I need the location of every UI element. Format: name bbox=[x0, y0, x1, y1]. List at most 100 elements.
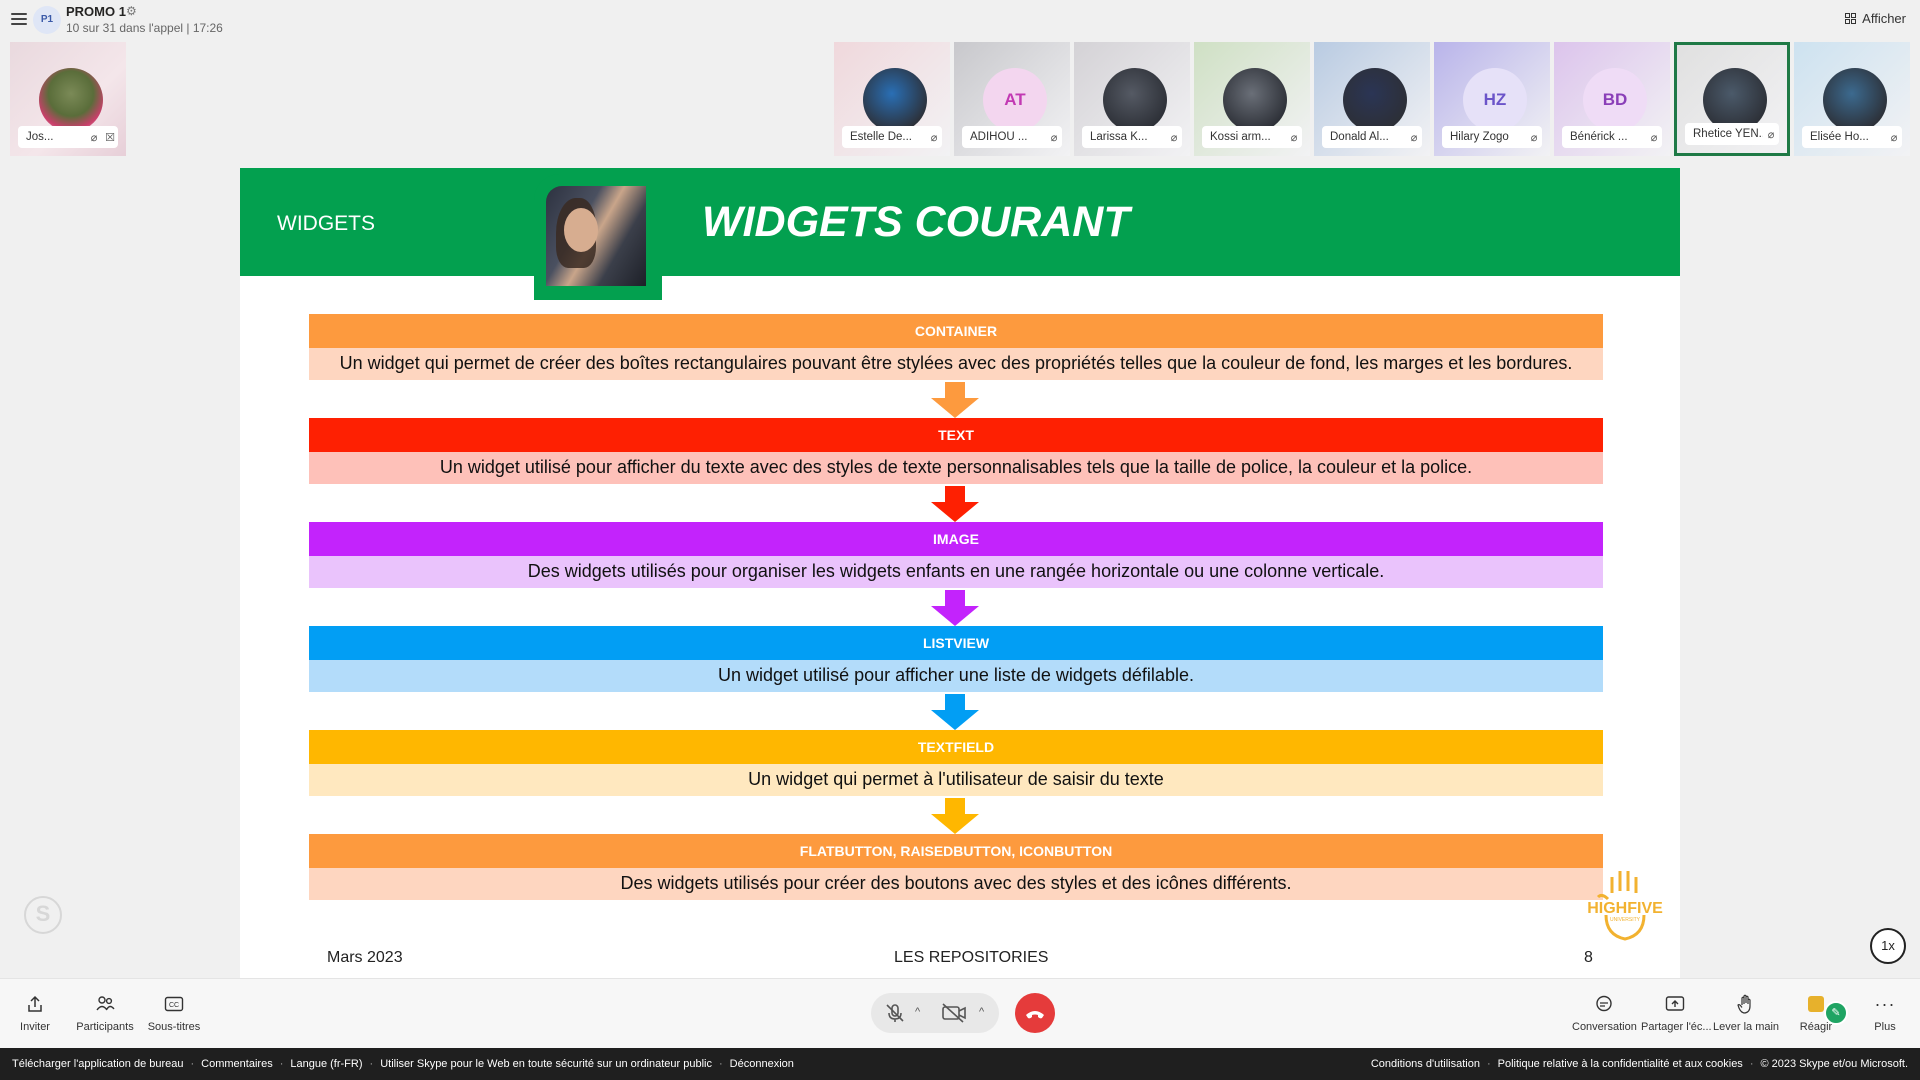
slide-header: WIDGETS WIDGETS COURANT bbox=[240, 168, 1680, 276]
participant-tile[interactable]: Elisée Ho... ⌀ bbox=[1794, 42, 1910, 156]
participant-tile[interactable]: HZ Hilary Zogo ⌀ bbox=[1434, 42, 1550, 156]
call-title: PROMO 1 bbox=[66, 4, 126, 19]
widget-step-title: LISTVIEW bbox=[309, 626, 1603, 660]
participant-avatar bbox=[1823, 68, 1887, 132]
participant-avatar bbox=[1343, 68, 1407, 132]
footer-link[interactable]: Langue (fr-FR) bbox=[290, 1058, 362, 1070]
mic-options-chevron-icon[interactable]: ^ bbox=[915, 1006, 920, 1018]
invite-label: Inviter bbox=[20, 1021, 50, 1033]
participant-tile[interactable]: Rhetice YEN... ⌀ bbox=[1674, 42, 1790, 156]
participant-name: ADIHOU ... bbox=[970, 131, 1028, 143]
down-arrow-icon bbox=[931, 382, 979, 418]
share-screen-button[interactable]: Partager l'éc... bbox=[1641, 993, 1712, 1033]
footer-links-right: Conditions d'utilisation · Politique relat… bbox=[1370, 1058, 1908, 1070]
self-name-bar: Jos... ⌀ ☒ bbox=[18, 126, 118, 148]
participant-avatar: HZ bbox=[1463, 68, 1527, 132]
widget-step-title: TEXT bbox=[309, 418, 1603, 452]
page-footer: Télécharger l'application de bureau · Comm… bbox=[0, 1048, 1920, 1080]
footer-link[interactable]: Déconnexion bbox=[730, 1058, 794, 1070]
captions-button[interactable]: CC Sous-titres bbox=[146, 993, 202, 1033]
settings-icon[interactable]: ⚙ bbox=[126, 4, 137, 18]
widget-step-description: Un widget utilisé pour afficher du texte… bbox=[309, 452, 1603, 484]
mic-off-icon: ⌀ bbox=[1050, 131, 1058, 144]
slide-photo bbox=[546, 186, 646, 286]
footer-link[interactable]: Télécharger l'application de bureau bbox=[12, 1058, 184, 1070]
down-arrow-icon bbox=[931, 590, 979, 626]
mic-off-icon[interactable] bbox=[883, 1001, 907, 1025]
chat-icon bbox=[1572, 993, 1636, 1015]
participant-name-bar: Rhetice YEN... ⌀ bbox=[1685, 123, 1779, 145]
footer-links-left: Télécharger l'application de bureau · Comm… bbox=[12, 1058, 794, 1070]
self-video-tile[interactable]: Jos... ⌀ ☒ bbox=[10, 42, 126, 156]
participant-name-bar: ADIHOU ... ⌀ bbox=[962, 126, 1062, 148]
participant-name-bar: Elisée Ho... ⌀ bbox=[1802, 126, 1902, 148]
participant-tile[interactable]: BD Bénérick ... ⌀ bbox=[1554, 42, 1670, 156]
participant-name: Estelle De... bbox=[850, 131, 912, 143]
invite-button[interactable]: Inviter bbox=[18, 993, 52, 1033]
widget-step: CONTAINER Un widget qui permet de créer d… bbox=[309, 314, 1603, 380]
people-icon bbox=[74, 993, 136, 1015]
phone-hangup-icon bbox=[1026, 1011, 1044, 1019]
participant-name: Rhetice YEN... bbox=[1693, 128, 1763, 140]
mic-off-icon: ⌀ bbox=[1290, 131, 1298, 144]
participant-avatar: AT bbox=[983, 68, 1047, 132]
camera-off-icon[interactable]: ☒ bbox=[102, 131, 118, 144]
participant-tile[interactable]: Estelle De... ⌀ bbox=[834, 42, 950, 156]
raise-hand-label: Lever la main bbox=[1713, 1021, 1780, 1033]
raise-hand-button[interactable]: Lever la main bbox=[1713, 993, 1779, 1033]
captions-label: Sous-titres bbox=[147, 1021, 201, 1033]
view-button-label: Afficher bbox=[1862, 11, 1906, 26]
playback-speed-button[interactable]: 1x bbox=[1870, 928, 1906, 964]
participant-name-bar: Bénérick ... ⌀ bbox=[1562, 126, 1662, 148]
participant-name: Larissa K... bbox=[1090, 131, 1148, 143]
hang-up-button[interactable] bbox=[1015, 993, 1055, 1033]
more-label: Plus bbox=[1874, 1021, 1896, 1033]
slide-section-label: WIDGETS bbox=[277, 212, 375, 235]
participant-tile[interactable]: Kossi arm... ⌀ bbox=[1194, 42, 1310, 156]
share-screen-label: Partager l'éc... bbox=[1641, 1021, 1712, 1033]
participant-avatar bbox=[863, 68, 927, 132]
group-avatar[interactable]: P1 bbox=[33, 6, 61, 34]
conversation-button[interactable]: Conversation bbox=[1572, 993, 1637, 1033]
down-arrow-icon bbox=[931, 486, 979, 522]
react-button[interactable]: ✎ Réagir bbox=[1790, 993, 1848, 1033]
mic-off-icon: ⌀ bbox=[1170, 131, 1178, 144]
share-screen-icon bbox=[1641, 993, 1709, 1015]
mic-off-icon: ⌀ bbox=[1890, 131, 1898, 144]
widget-step-description: Un widget utilisé pour afficher une list… bbox=[309, 660, 1603, 692]
camera-off-icon[interactable] bbox=[941, 1001, 966, 1025]
participant-name: Bénérick ... bbox=[1570, 131, 1628, 143]
conversation-label: Conversation bbox=[1572, 1021, 1637, 1033]
view-button[interactable]: Afficher bbox=[1845, 11, 1906, 26]
participant-name-bar: Donald Al... ⌀ bbox=[1322, 126, 1422, 148]
widget-step: TEXTFIELD Un widget qui permet à l'utilis… bbox=[309, 730, 1603, 796]
footer-link[interactable]: Conditions d'utilisation bbox=[1371, 1058, 1480, 1070]
participant-tile[interactable]: Larissa K... ⌀ bbox=[1074, 42, 1190, 156]
footer-link[interactable]: Politique relative à la confidentialité … bbox=[1498, 1058, 1743, 1070]
down-arrow-icon bbox=[931, 798, 979, 834]
participants-button[interactable]: Participants bbox=[74, 993, 136, 1033]
skype-logo: S bbox=[24, 896, 62, 934]
call-header: P1 PROMO 1 ⚙ 10 sur 31 dans l'appel | 17… bbox=[0, 0, 1920, 40]
participant-avatar bbox=[1103, 68, 1167, 132]
footer-link[interactable]: Utiliser Skype pour le Web en toute sécu… bbox=[380, 1058, 712, 1070]
more-button[interactable]: ··· Plus bbox=[1868, 993, 1902, 1034]
widget-step-title: CONTAINER bbox=[309, 314, 1603, 348]
down-arrow-icon bbox=[931, 694, 979, 730]
slide-photo-frame bbox=[534, 174, 662, 300]
menu-icon[interactable] bbox=[11, 13, 27, 25]
participant-tile[interactable]: AT ADIHOU ... ⌀ bbox=[954, 42, 1070, 156]
footer-link[interactable]: Commentaires bbox=[201, 1058, 273, 1070]
footer-link[interactable]: © 2023 Skype et/ou Microsoft. bbox=[1760, 1058, 1908, 1070]
participant-name: Elisée Ho... bbox=[1810, 131, 1869, 143]
slide-title: WIDGETS COURANT bbox=[702, 198, 1130, 246]
widget-step: IMAGE Des widgets utilisés pour organiser… bbox=[309, 522, 1603, 588]
participant-tile[interactable]: Donald Al... ⌀ bbox=[1314, 42, 1430, 156]
camera-options-chevron-icon[interactable]: ^ bbox=[979, 1006, 984, 1018]
pen-badge-icon: ✎ bbox=[1824, 1001, 1848, 1025]
participant-name-bar: Estelle De... ⌀ bbox=[842, 126, 942, 148]
mic-off-icon: ⌀ bbox=[90, 131, 98, 144]
self-name: Jos... bbox=[26, 131, 54, 143]
participant-name-bar: Kossi arm... ⌀ bbox=[1202, 126, 1302, 148]
participant-name-bar: Larissa K... ⌀ bbox=[1082, 126, 1182, 148]
